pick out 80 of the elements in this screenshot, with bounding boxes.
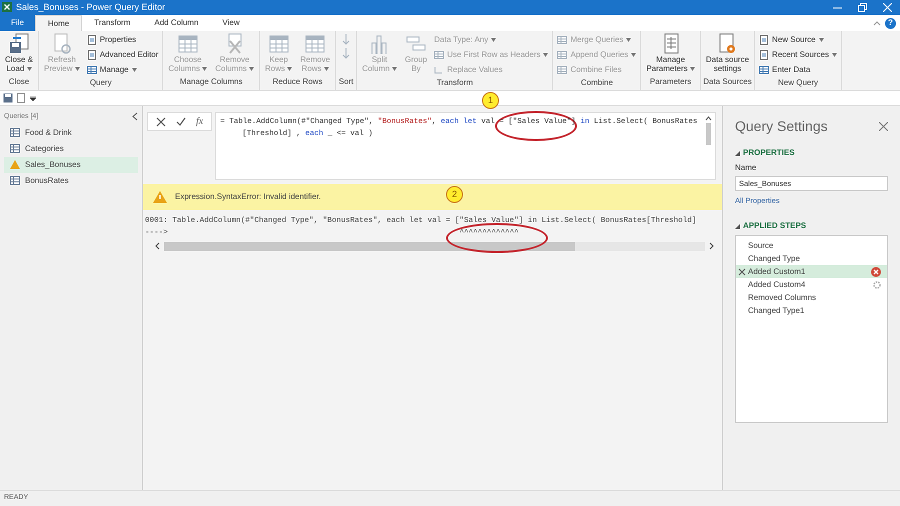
ribbon-button[interactable]: Data source settings	[702, 33, 752, 76]
collapse-pane-icon[interactable]	[132, 112, 138, 123]
chevron-left-icon	[132, 112, 138, 121]
check-icon	[176, 116, 186, 126]
table-icon	[86, 65, 97, 75]
table-icon	[557, 65, 568, 75]
applied-step[interactable]: Added Custom4	[736, 278, 887, 292]
save-icon	[3, 93, 13, 103]
query-item[interactable]: Categories	[4, 140, 138, 157]
scrollbar-thumb[interactable]	[164, 242, 576, 250]
help-button[interactable]: ?	[885, 18, 896, 28]
group-label: Reduce Rows	[272, 76, 324, 88]
ribbon-button[interactable]: Manage Parameters	[643, 33, 698, 76]
restore-icon	[858, 3, 867, 12]
ribbon-tab[interactable]: Transform	[82, 15, 142, 31]
ribbon-tab[interactable]: Home	[34, 15, 82, 31]
applied-step[interactable]: Added Custom1	[736, 265, 887, 278]
ribbon-button[interactable]: New Source	[757, 33, 839, 47]
ribbon-button[interactable]: Close & Load	[2, 33, 36, 76]
file-menu[interactable]: File	[0, 15, 35, 31]
table-icon	[759, 65, 770, 75]
table-icon	[557, 50, 568, 60]
window-title: Sales_Bonuses - Power Query Editor	[16, 0, 166, 14]
ribbon-button[interactable]: Properties	[84, 33, 160, 47]
replace-icon	[434, 65, 444, 75]
scroll-left-icon	[155, 242, 160, 250]
close-icon	[879, 122, 888, 131]
group-label: Close	[8, 76, 30, 88]
pane-title: Query Settings	[735, 117, 828, 136]
group-label: Sort	[338, 76, 354, 88]
group-label: Combine	[580, 77, 614, 89]
gear-icon	[873, 280, 881, 289]
ribbon-tab[interactable]: Add Column	[142, 15, 210, 31]
cancel-icon	[156, 116, 166, 126]
callout-number: 1	[482, 92, 499, 109]
warning-icon	[10, 160, 20, 170]
applied-step[interactable]: Removed Columns	[736, 291, 887, 304]
excel-icon	[2, 2, 12, 12]
group-label: New Query	[777, 77, 820, 89]
field-label: Name	[735, 162, 758, 174]
warning-icon	[153, 191, 167, 203]
group-label: Parameters	[648, 76, 692, 88]
group-label: Transform	[436, 77, 474, 89]
scroll-up-icon	[704, 116, 712, 121]
applied-step[interactable]: Source	[736, 239, 887, 252]
error-icon	[871, 266, 881, 277]
applied-step[interactable]: Changed Type	[736, 252, 887, 266]
scroll-right-icon	[709, 242, 714, 250]
document-icon	[759, 35, 770, 45]
document-icon	[86, 35, 97, 45]
sort-icon	[341, 33, 352, 45]
customize-caret-icon	[30, 96, 36, 100]
table-icon	[557, 35, 568, 45]
document-icon	[86, 50, 97, 60]
section-heading: APPLIED STEPS	[743, 220, 806, 232]
ribbon-button[interactable]: Advanced Editor	[84, 48, 160, 62]
group-label: Query	[88, 77, 113, 89]
table-icon	[434, 50, 444, 60]
applied-step[interactable]: Changed Type1	[736, 304, 887, 318]
group-label: Manage Columns	[178, 76, 244, 88]
delete-step-icon	[738, 268, 746, 276]
collapse-ribbon-icon	[873, 20, 881, 26]
document-icon	[759, 50, 770, 60]
ribbon-button[interactable]: Enter Data	[757, 63, 839, 77]
section-heading: PROPERTIES	[743, 147, 795, 159]
ribbon-button[interactable]: Manage	[84, 63, 160, 77]
query-item[interactable]: Sales_Bonuses	[4, 156, 138, 173]
ribbon-tab[interactable]: View	[210, 15, 252, 31]
scrollbar-thumb[interactable]	[706, 123, 711, 145]
table-icon	[10, 144, 20, 154]
function-button[interactable]: fx	[196, 114, 204, 129]
group-label: Data Sources	[702, 76, 752, 88]
document-icon	[17, 93, 26, 103]
query-item[interactable]: Food & Drink	[4, 124, 138, 141]
close-icon	[883, 3, 892, 12]
table-icon	[10, 176, 20, 186]
table-icon	[10, 128, 20, 138]
query-item[interactable]: BonusRates	[4, 172, 138, 189]
sort-icon	[341, 47, 352, 59]
ribbon-button[interactable]: Recent Sources	[757, 48, 839, 62]
